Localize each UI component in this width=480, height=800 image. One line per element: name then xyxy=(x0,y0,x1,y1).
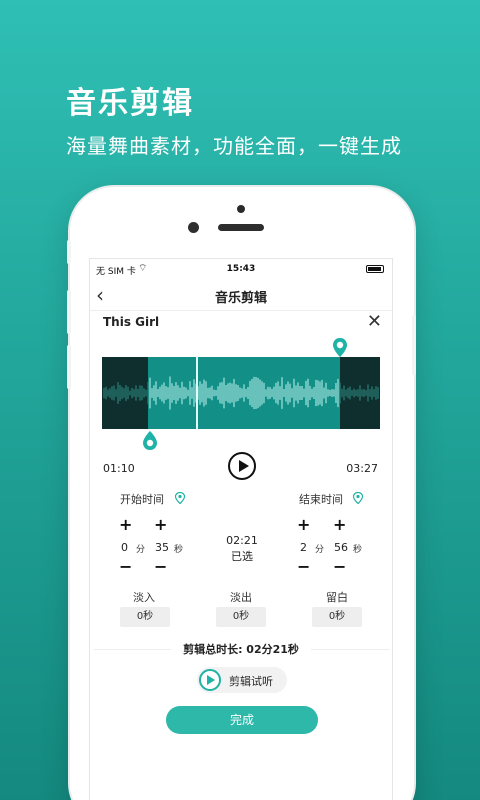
location-icon xyxy=(353,492,363,504)
start-minutes-unit: 分 xyxy=(136,545,146,555)
fade-out-value[interactable]: 0秒 xyxy=(216,607,266,627)
start-time-label: 开始时间 xyxy=(120,493,164,506)
end-seconds-plus-button[interactable]: + xyxy=(333,515,346,534)
fade-out-label: 淡出 xyxy=(230,591,252,604)
start-minutes-value: 0 xyxy=(121,541,128,554)
start-seconds-plus-button[interactable]: + xyxy=(154,515,167,534)
start-marker-icon[interactable] xyxy=(142,429,158,451)
phone-volume-down-button xyxy=(67,345,71,389)
total-duration: 剪辑总时长: 02分21秒 xyxy=(171,641,311,657)
app-screen: 无 SIM 卡 ⌔ 15:43 ‹ 音乐剪辑 This Girl ✕ 01:10… xyxy=(89,258,393,800)
page-title: 音乐剪辑 xyxy=(214,291,267,306)
selected-duration: 02:21 xyxy=(226,534,258,547)
end-minutes-minus-button[interactable]: − xyxy=(297,557,310,576)
end-seconds-unit: 秒 xyxy=(353,545,363,555)
status-time: 15:43 xyxy=(226,264,256,274)
start-minutes-plus-button[interactable]: + xyxy=(119,515,132,534)
silence-label: 留白 xyxy=(326,591,348,604)
promo-headline: 音乐剪辑 xyxy=(66,86,194,121)
end-seconds-minus-button[interactable]: − xyxy=(333,557,346,576)
preview-play-icon xyxy=(199,669,221,691)
phone-volume-up-button xyxy=(67,290,71,334)
phone-speaker xyxy=(218,224,264,231)
selected-label: 已选 xyxy=(231,550,253,563)
start-seconds-unit: 秒 xyxy=(174,545,184,555)
close-icon[interactable]: ✕ xyxy=(367,311,382,332)
end-minutes-plus-button[interactable]: + xyxy=(297,515,310,534)
nav-bar: ‹ 音乐剪辑 xyxy=(90,281,392,311)
fade-in-value[interactable]: 0秒 xyxy=(120,607,170,627)
end-time-readout: 03:27 xyxy=(346,462,378,475)
start-time-readout: 01:10 xyxy=(103,462,135,475)
waveform[interactable] xyxy=(102,357,380,429)
start-minutes-minus-button[interactable]: − xyxy=(119,557,132,576)
playhead[interactable] xyxy=(196,357,198,429)
track-title: This Girl xyxy=(103,315,160,329)
play-button[interactable] xyxy=(228,452,256,480)
end-marker-icon[interactable] xyxy=(332,337,348,359)
phone-power-button xyxy=(412,315,416,375)
preview-button[interactable]: 剪辑试听 xyxy=(197,667,287,693)
battery-icon xyxy=(366,265,384,273)
phone-camera xyxy=(188,222,199,233)
start-seconds-value: 35 xyxy=(155,541,169,554)
end-time-label: 结束时间 xyxy=(299,493,343,506)
end-minutes-value: 2 xyxy=(300,541,307,554)
promo-subline: 海量舞曲素材，功能全面，一键生成 xyxy=(66,134,402,158)
status-bar: 无 SIM 卡 ⌔ 15:43 xyxy=(90,259,392,279)
start-seconds-minus-button[interactable]: − xyxy=(154,557,167,576)
done-button[interactable]: 完成 xyxy=(166,706,318,734)
location-icon xyxy=(175,492,185,504)
silence-value[interactable]: 0秒 xyxy=(312,607,362,627)
phone-side-button xyxy=(67,240,71,264)
fade-in-label: 淡入 xyxy=(133,591,155,604)
preview-label: 剪辑试听 xyxy=(229,675,273,688)
waveform-graph xyxy=(103,376,379,410)
phone-sensor xyxy=(237,205,245,213)
end-minutes-unit: 分 xyxy=(315,545,325,555)
end-seconds-value: 56 xyxy=(334,541,348,554)
